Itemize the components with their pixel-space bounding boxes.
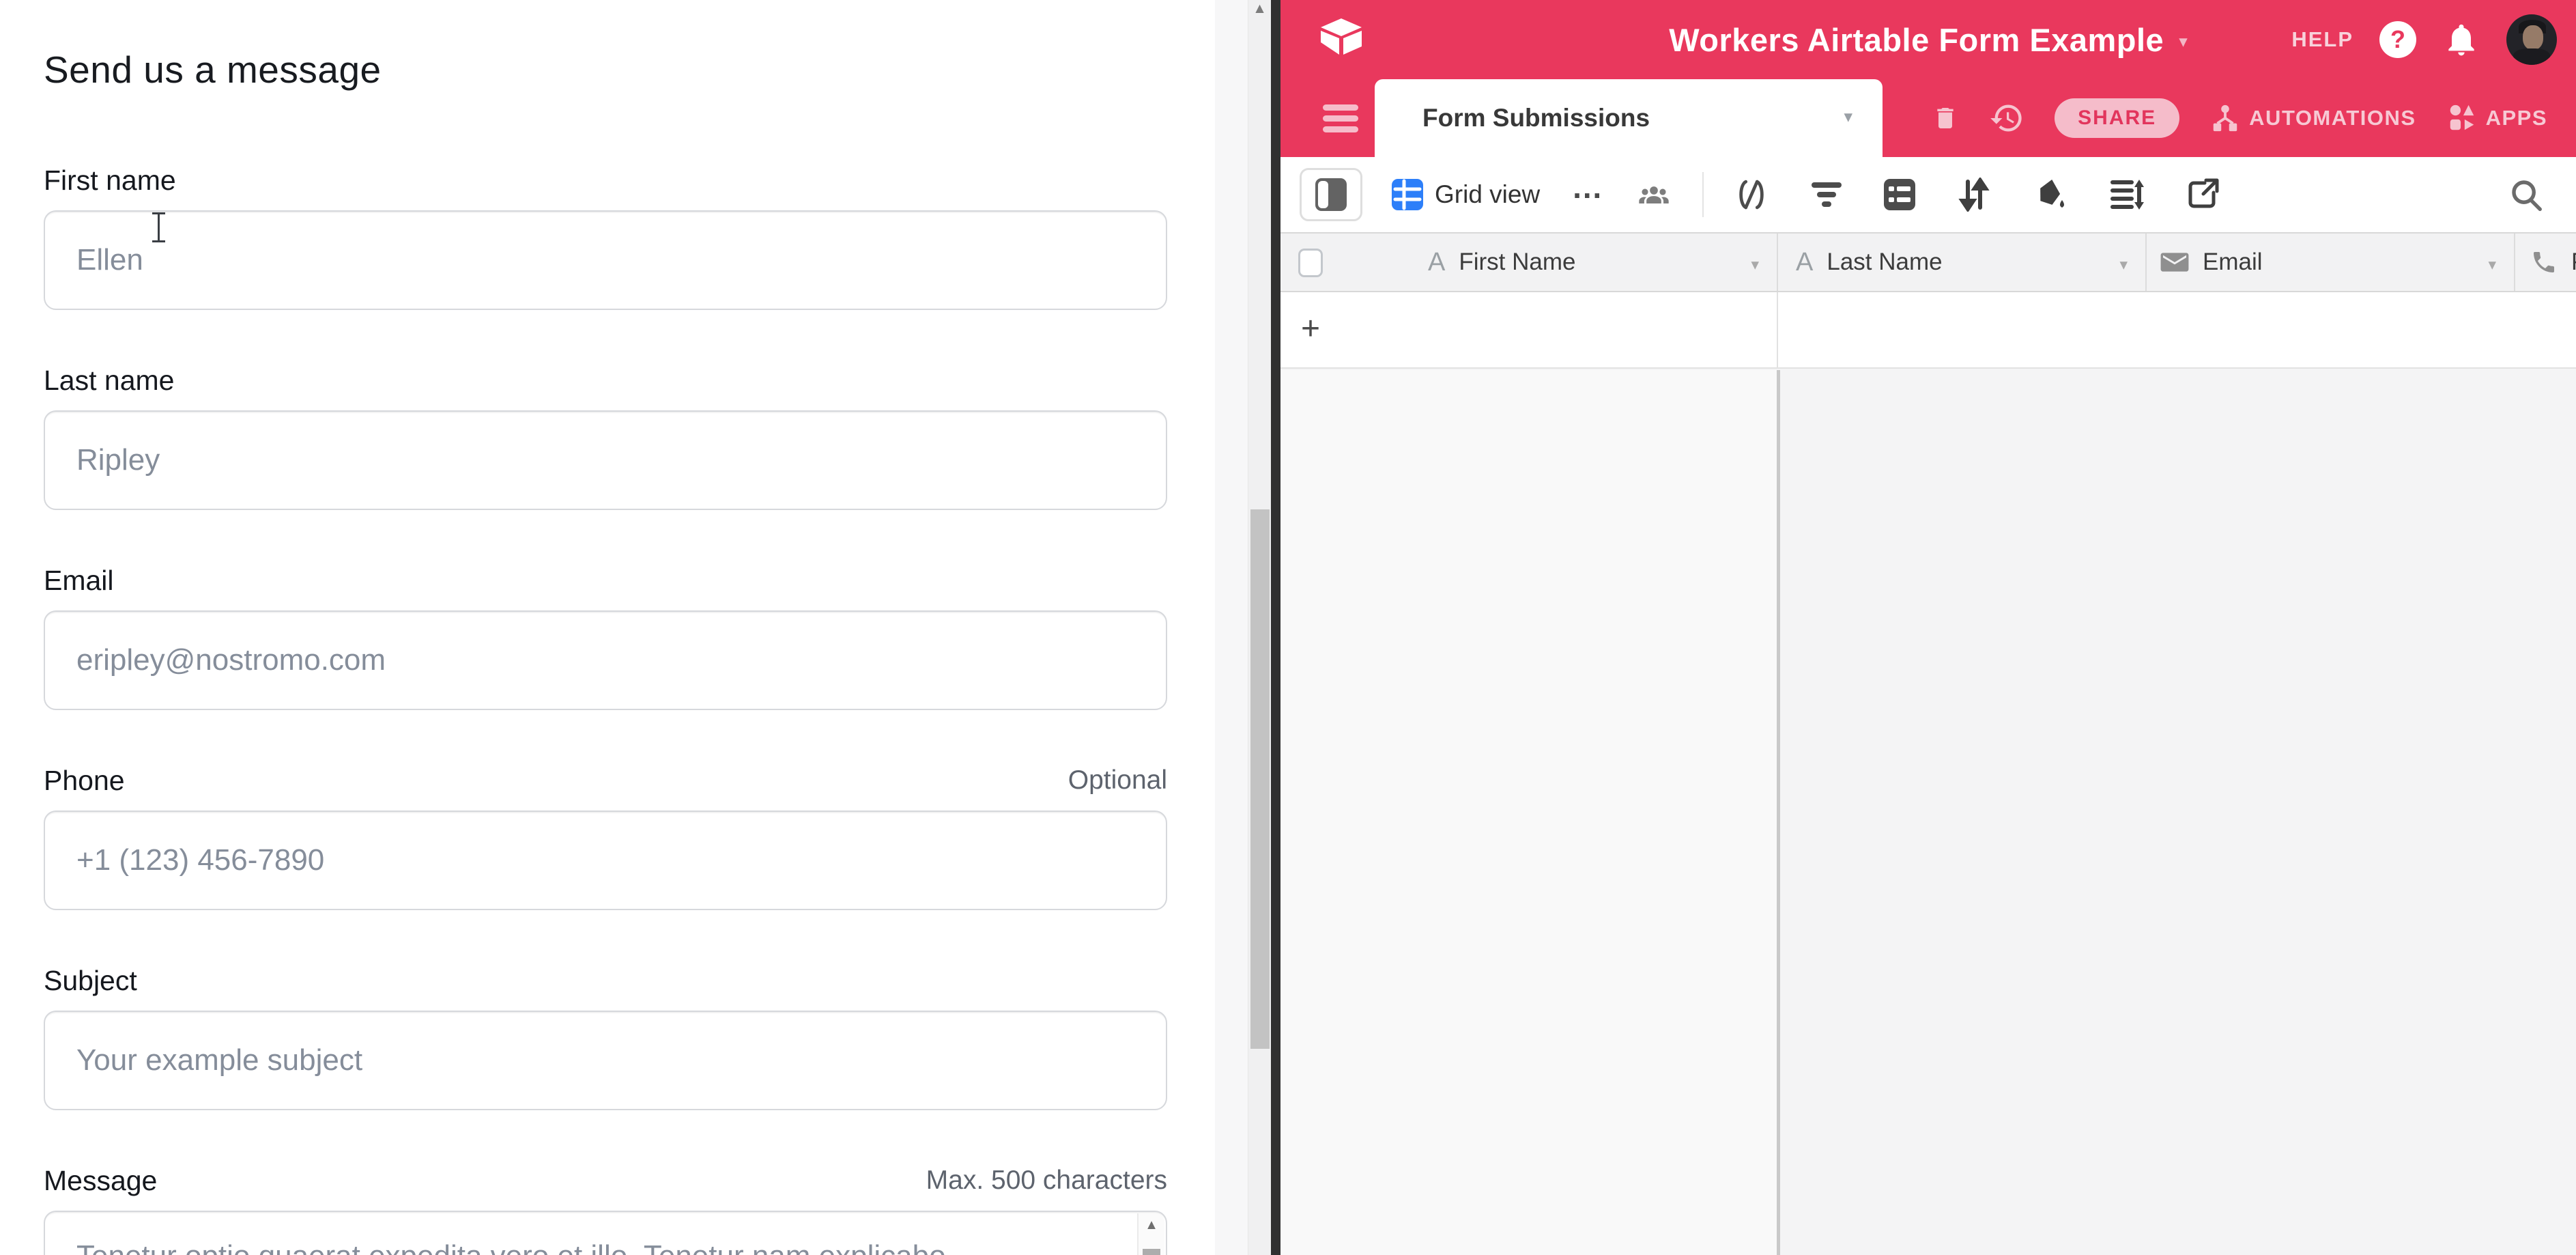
field-group-message: Message Max. 500 characters ▲: [44, 1164, 1167, 1255]
column-name: Phone: [2571, 249, 2576, 276]
automations-icon: [2209, 102, 2241, 135]
column-header-email[interactable]: Email ▾: [2147, 234, 2515, 291]
share-view-icon[interactable]: [2186, 178, 2220, 212]
email-label: Email: [44, 564, 1167, 597]
grid-empty-left: [1280, 370, 1777, 1255]
scroll-up-icon[interactable]: ▲: [1248, 0, 1271, 18]
scroll-up-icon[interactable]: ▲: [1139, 1213, 1164, 1237]
select-all-checkbox[interactable]: [1298, 249, 1323, 277]
collaborators-icon[interactable]: [1634, 177, 1674, 212]
message-scrollbar[interactable]: ▲: [1137, 1213, 1164, 1255]
column-caret-icon[interactable]: ▾: [1751, 255, 1759, 274]
message-textarea[interactable]: [45, 1212, 1136, 1255]
last-name-input[interactable]: [44, 410, 1167, 510]
page-scrollbar[interactable]: ▲: [1248, 0, 1271, 1255]
email-field-type-icon: [2160, 251, 2189, 274]
column-gridline: [1777, 292, 1778, 367]
column-name: Last Name: [1827, 249, 1942, 276]
text-cursor-icon: [150, 212, 168, 243]
view-sidebar-toggle-button[interactable]: [1300, 168, 1362, 221]
share-button[interactable]: SHARE: [2055, 98, 2179, 138]
airtable-pane: Workers Airtable Form Example ▾ HELP ? F…: [1280, 0, 2576, 1255]
column-header-last-name[interactable]: A Last Name ▾: [1778, 234, 2147, 291]
airtable-viewbar: Form Submissions ▾ SHARE: [1280, 79, 2576, 157]
toolbar-divider: [1702, 172, 1704, 217]
add-record-row[interactable]: +: [1280, 292, 2576, 369]
last-name-label: Last name: [44, 364, 1167, 397]
field-group-phone: Phone Optional: [44, 764, 1167, 910]
first-name-label: First name: [44, 164, 1167, 197]
column-name: First Name: [1459, 249, 1575, 276]
page-scroll-thumb[interactable]: [1250, 509, 1270, 1049]
column-header-first-name[interactable]: A First Name ▾: [1280, 234, 1778, 291]
page-gutter: [1215, 0, 1248, 1255]
help-question-icon[interactable]: ?: [2379, 21, 2416, 58]
apps-button[interactable]: APPS: [2446, 102, 2547, 135]
form-heading: Send us a message: [44, 48, 382, 91]
grid-empty-area: [1280, 370, 2576, 1255]
phone-optional-note: Optional: [1068, 765, 1167, 795]
first-name-input[interactable]: [44, 210, 1167, 310]
table-tab-label: Form Submissions: [1422, 104, 1650, 132]
topbar-actions: HELP ?: [2291, 0, 2557, 79]
apps-icon: [2446, 102, 2478, 135]
sidebar-menu-icon[interactable]: [1323, 104, 1358, 137]
automations-button[interactable]: AUTOMATIONS: [2209, 102, 2416, 135]
column-header-phone[interactable]: Phone: [2515, 234, 2576, 291]
column-gridline: [1777, 370, 1780, 1255]
airtable-topbar: Workers Airtable Form Example ▾ HELP ?: [1280, 0, 2576, 79]
base-title[interactable]: Workers Airtable Form Example: [1669, 21, 2164, 59]
column-caret-icon[interactable]: ▾: [2488, 255, 2496, 274]
subject-label: Subject: [44, 964, 1167, 997]
screen: Send us a message First name Last name E…: [0, 0, 2576, 1255]
search-icon[interactable]: [2508, 176, 2545, 213]
phone-input[interactable]: [44, 810, 1167, 910]
grid-view-icon[interactable]: [1391, 178, 1424, 211]
field-group-first-name: First name: [44, 164, 1167, 310]
phone-field-type-icon: [2530, 249, 2558, 276]
contact-form-pane: Send us a message First name Last name E…: [0, 0, 1215, 1255]
filter-icon[interactable]: [1810, 180, 1843, 210]
sort-icon[interactable]: [1958, 178, 1990, 212]
notifications-bell-icon[interactable]: [2442, 20, 2480, 59]
view-toolbar: Grid view …: [1280, 157, 2576, 232]
view-name-label[interactable]: Grid view: [1435, 180, 1540, 209]
phone-label: Phone: [44, 764, 1167, 797]
apps-label: APPS: [2486, 106, 2547, 130]
table-tab-caret-icon[interactable]: ▾: [1844, 107, 1852, 127]
column-caret-icon[interactable]: ▾: [2119, 255, 2128, 274]
message-maxchars-note: Max. 500 characters: [926, 1166, 1167, 1196]
field-group-email: Email: [44, 564, 1167, 710]
grid-header-row: A First Name ▾ A Last Name ▾ Email ▾: [1280, 232, 2576, 292]
viewbar-actions: SHARE AUTOMATIONS: [1932, 79, 2547, 157]
table-tab-form-submissions[interactable]: Form Submissions ▾: [1375, 79, 1883, 157]
color-icon[interactable]: [2034, 177, 2068, 212]
user-avatar[interactable]: [2506, 14, 2557, 65]
column-name: Email: [2203, 249, 2263, 276]
trash-icon[interactable]: [1932, 103, 1959, 133]
field-group-subject: Subject: [44, 964, 1167, 1110]
help-button[interactable]: HELP: [2291, 27, 2353, 52]
field-group-last-name: Last name: [44, 364, 1167, 510]
message-box: ▲: [44, 1211, 1167, 1255]
group-icon[interactable]: [1883, 178, 1917, 212]
message-scroll-thumb[interactable]: [1143, 1249, 1160, 1255]
add-record-plus-icon[interactable]: +: [1301, 310, 1320, 348]
email-input[interactable]: [44, 610, 1167, 710]
row-height-icon[interactable]: [2109, 178, 2145, 212]
view-options-ellipsis[interactable]: …: [1571, 180, 1604, 209]
history-icon[interactable]: [1989, 100, 2024, 136]
window-divider: [1271, 0, 1280, 1255]
text-field-type-icon: A: [1428, 248, 1445, 277]
base-title-caret-icon[interactable]: ▾: [2179, 27, 2188, 52]
text-field-type-icon: A: [1796, 248, 1813, 277]
subject-input[interactable]: [44, 1011, 1167, 1110]
hide-fields-icon[interactable]: [1734, 177, 1769, 212]
automations-label: AUTOMATIONS: [2249, 106, 2416, 130]
